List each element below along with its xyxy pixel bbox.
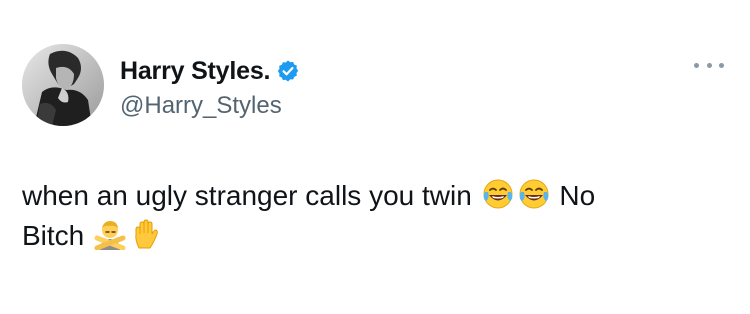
avatar[interactable]: [22, 44, 104, 126]
tweet-text-line2: Bitch: [22, 220, 85, 251]
more-dot: [706, 62, 712, 68]
tweet-text-after-emojis: No: [559, 180, 596, 211]
display-name[interactable]: Harry Styles.: [120, 57, 270, 86]
verified-badge-icon: [276, 59, 300, 83]
tweet-text: when an ugly stranger calls you twin No …: [22, 176, 722, 256]
tweet-text-line1: when an ugly stranger calls you twin: [22, 180, 472, 211]
face-with-tears-of-joy-emoji: [482, 178, 514, 210]
more-dot: [719, 62, 724, 68]
profile-photo: [22, 44, 104, 126]
face-with-tears-of-joy-emoji: [518, 178, 550, 210]
author-name-row: Harry Styles.: [120, 56, 300, 86]
person-gesturing-no-emoji: [94, 218, 126, 250]
more-options-icon[interactable]: [694, 58, 724, 72]
more-dot: [694, 62, 699, 68]
raised-hand-emoji: [130, 218, 162, 250]
tweet-card: Harry Styles. @Harry_Styles when an ugly…: [0, 0, 750, 314]
user-handle[interactable]: @Harry_Styles: [120, 92, 282, 120]
